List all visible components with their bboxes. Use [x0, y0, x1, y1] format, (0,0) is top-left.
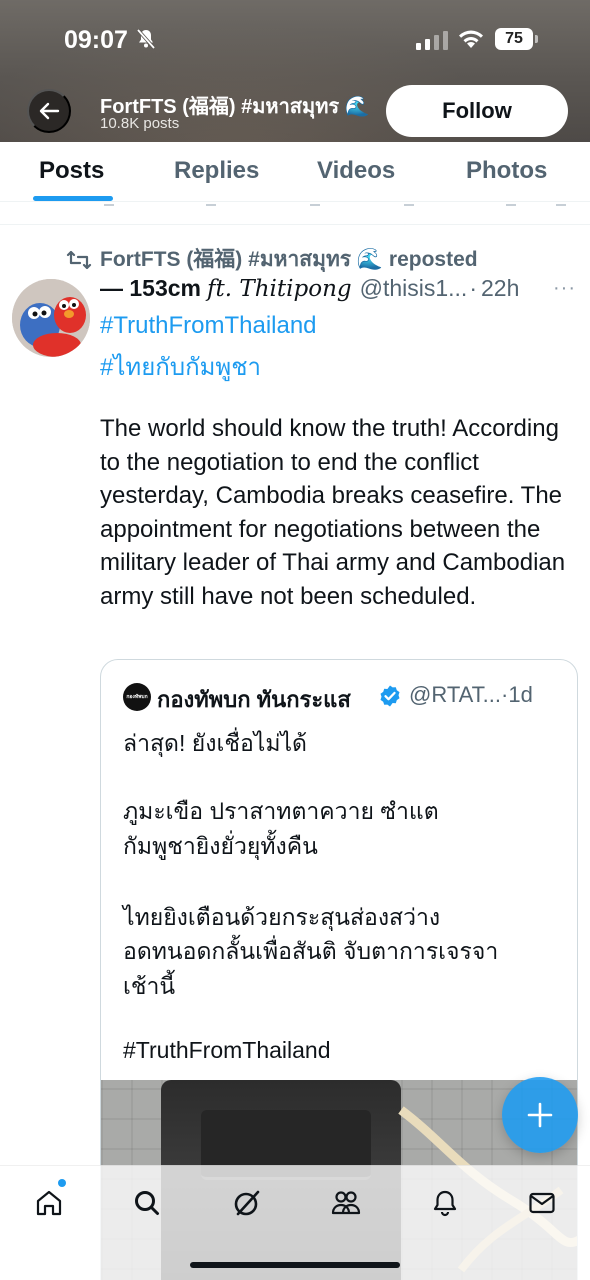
repost-label: FortFTS (福福) #มหาสมุทร 🌊 reposted [100, 248, 478, 271]
tab-posts[interactable]: Posts [39, 157, 104, 185]
profile-header: 09:07 75 FortFTS (福福) #มหาสมุทร 🌊 10.8K … [0, 0, 590, 142]
quote-handle: @RTAT... [409, 682, 502, 707]
tab-photos[interactable]: Photos [466, 157, 547, 185]
battery-level: 75 [495, 28, 533, 50]
nav-home[interactable] [32, 1186, 66, 1220]
home-icon [36, 1190, 62, 1216]
hashtag-link[interactable]: #TruthFromThailand [100, 312, 317, 340]
quote-handle-time: @RTAT...·1d [409, 682, 533, 708]
battery-indicator: 75 [495, 28, 538, 50]
quote-avatar: กองทัพบก [123, 683, 151, 711]
quote-text-line: ล่าสุด! ยังเชื่อไม่ได้ [123, 730, 307, 756]
profile-tabs: Posts Replies Videos Photos [0, 142, 590, 202]
follow-button[interactable]: Follow [386, 85, 568, 137]
communities-icon [331, 1191, 361, 1215]
post-time: 22h [481, 275, 520, 301]
wifi-icon [457, 28, 485, 55]
plus-icon [527, 1102, 553, 1128]
notifications-icon [433, 1190, 457, 1217]
quote-time: ·1d [501, 682, 533, 707]
verified-badge-icon [378, 684, 402, 713]
nav-notifications[interactable] [428, 1186, 462, 1220]
author-name-suffix: 𝑓𝑡. 𝑇ℎ𝑖𝑡𝑖𝑝𝑜𝑛𝑔 [207, 276, 352, 302]
quote-text-line: ไทยยิงเตือนด้วยกระสุนส่องสว่าง [123, 904, 441, 930]
nav-communities[interactable] [329, 1186, 363, 1220]
quote-text-line: อดทนอดกลั้นเพื่อสันติ จับตาการเจรจา [123, 938, 499, 964]
bell-off-icon [136, 28, 156, 55]
author-handle: @thisis1... [359, 275, 468, 301]
post-body: The world should know the truth! Accordi… [100, 415, 566, 610]
home-unread-dot [58, 1179, 66, 1187]
signal-icon [416, 30, 448, 55]
quote-text-line: กัมพูชายิงยั่วยุทั้งคืน [123, 833, 318, 859]
author-name: — 153cm [100, 275, 202, 301]
more-options-icon[interactable]: ··· [553, 277, 576, 300]
tab-replies[interactable]: Replies [174, 157, 259, 185]
quote-hashtag: #TruthFromThailand [123, 1037, 331, 1063]
quote-author-name: กองทัพบก ทันกระแส [157, 687, 351, 712]
post-count: 10.8K posts [100, 115, 180, 132]
post-separator: · [469, 275, 477, 301]
arrow-left-icon [39, 102, 60, 120]
tab-videos[interactable]: Videos [317, 157, 395, 185]
avatar[interactable] [12, 279, 90, 357]
nav-grok[interactable] [230, 1186, 264, 1220]
back-button[interactable] [27, 89, 71, 133]
search-icon [135, 1191, 159, 1215]
nav-messages[interactable] [525, 1186, 559, 1220]
active-tab-indicator [33, 196, 113, 201]
repost-indicator[interactable]: FortFTS (福福) #มหาสมุทร 🌊 reposted [66, 243, 478, 276]
home-indicator [190, 1262, 400, 1268]
hashtag-link[interactable]: #ไทยกับกัมพูชา [100, 347, 261, 386]
divider [0, 224, 590, 225]
messages-icon [529, 1192, 555, 1214]
nav-search[interactable] [130, 1186, 164, 1220]
quote-logo-text: กองทัพบก [126, 694, 148, 700]
quote-text-line: เช้านี้ [123, 973, 176, 999]
compose-button[interactable] [502, 1077, 578, 1153]
previous-post-actions-peek [0, 202, 590, 216]
quote-text-line: ภูมะเขือ ปราสาทตาควาย ซำแต [123, 798, 439, 824]
post-author-line[interactable]: — 153cm 𝑓𝑡. 𝑇ℎ𝑖𝑡𝑖𝑝𝑜𝑛𝑔 @thisis1... · 22h [100, 275, 586, 302]
status-time: 09:07 [64, 26, 128, 54]
repost-icon [66, 250, 92, 269]
grok-icon [234, 1190, 260, 1216]
